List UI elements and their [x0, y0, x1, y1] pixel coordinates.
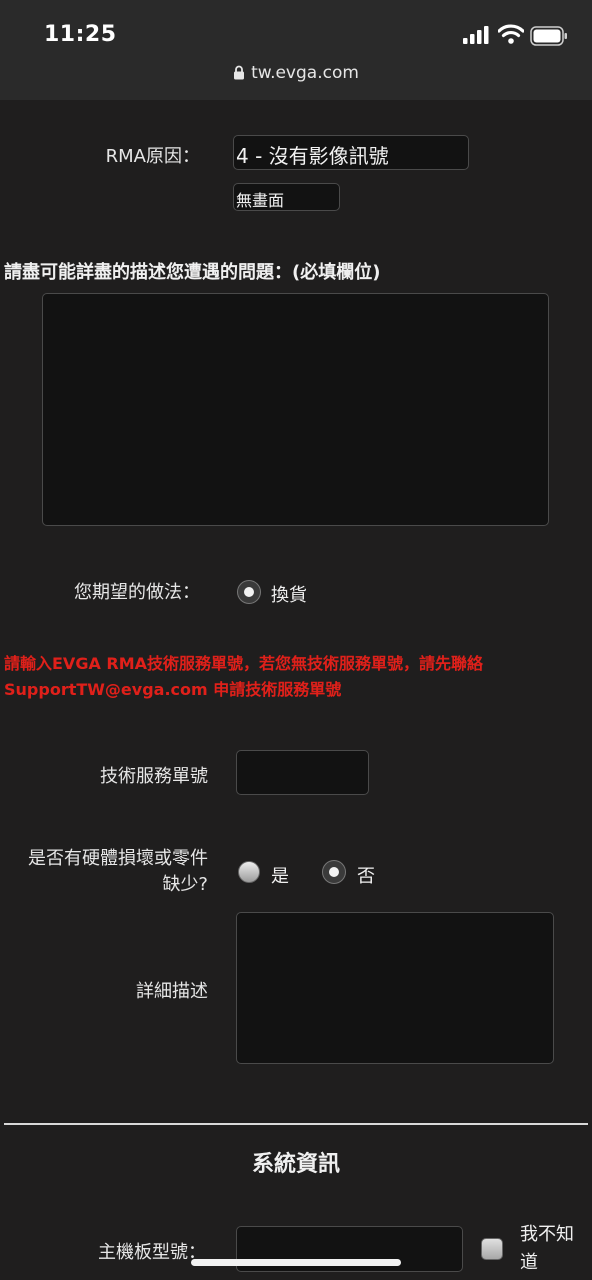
- damage-no-label: 否: [357, 866, 375, 887]
- ticket-number-label: 技術服務單號: [100, 766, 208, 787]
- rma-subreason-select[interactable]: 無畫面: [233, 183, 340, 211]
- exchange-radio-label: 換貨: [271, 585, 307, 606]
- dont-know-checkbox[interactable]: [481, 1238, 503, 1260]
- clock: 11:25: [44, 22, 117, 47]
- damage-question-line1: 是否有硬體損壞或零件: [28, 848, 208, 869]
- damage-yes-radio[interactable]: [238, 861, 260, 883]
- description-heading: 請盡可能詳盡的描述您遭遇的問題：(必填欄位): [4, 262, 381, 283]
- problem-description-textarea[interactable]: [42, 293, 549, 526]
- damage-no-radio[interactable]: [323, 861, 345, 883]
- dont-know-line2: 道: [520, 1252, 538, 1273]
- dont-know-line1: 我不知: [520, 1224, 574, 1245]
- ticket-number-input[interactable]: [236, 750, 369, 795]
- motherboard-model-label: 主機板型號：: [98, 1242, 206, 1263]
- wifi-icon: [498, 24, 524, 44]
- expected-action-label: 您期望的做法：: [74, 582, 200, 603]
- damage-yes-label: 是: [271, 866, 289, 887]
- lock-icon: [234, 65, 245, 80]
- rma-warning-line1: 請輸入EVGA RMA技術服務單號，若您無技術服務單號，請先聯絡: [4, 654, 484, 673]
- battery-icon: [530, 26, 567, 46]
- damage-question-label: 是否有硬體損壞或零件 缺少?: [0, 846, 208, 898]
- rma-warning-line2: SupportTW@evga.com 申請技術服務單號: [4, 680, 342, 699]
- home-indicator[interactable]: [191, 1259, 401, 1266]
- rma-reason-select[interactable]: 4 - 沒有影像訊號: [233, 135, 469, 170]
- detail-description-label: 詳細描述: [136, 981, 208, 1002]
- exchange-radio[interactable]: [238, 581, 260, 603]
- cellular-signal-icon: [463, 26, 489, 44]
- rma-reason-label: RMA原因：: [105, 146, 200, 167]
- dont-know-label: 我不知 道: [520, 1221, 574, 1277]
- system-info-title: 系統資訊: [251, 1152, 340, 1177]
- address-bar[interactable]: tw.evga.com: [0, 63, 592, 83]
- browser-status-bar: 11:25 tw.evga.com: [0, 0, 592, 100]
- damage-question-line2: 缺少?: [162, 874, 208, 895]
- url-text: tw.evga.com: [251, 63, 359, 83]
- detail-description-textarea[interactable]: [236, 912, 554, 1064]
- section-divider: [4, 1123, 588, 1125]
